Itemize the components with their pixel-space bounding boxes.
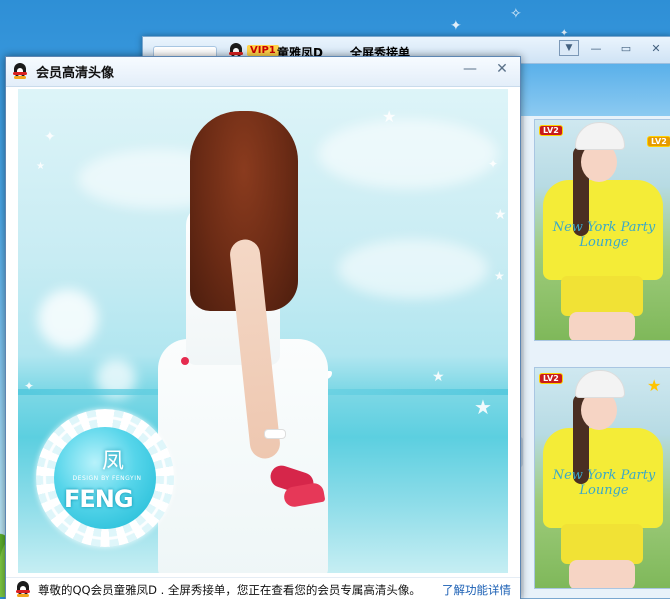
learn-more-link[interactable]: 了解功能详情 [442, 582, 511, 598]
logo-en-text: FENG [64, 485, 134, 513]
hd-avatar-window[interactable]: 会员高清头像 — ✕ ✦ ★ ★ ✦ ★ ★ ★ ★ ✦ 凤 DESIGN BY… [5, 56, 521, 599]
avatar-shirt-text: New York Party Lounge [552, 468, 656, 498]
star-icon: ★ [647, 376, 662, 395]
sparkle-decor: ✧ [510, 6, 522, 22]
own-avatar[interactable]: New York Party Lounge LV2 ★ [534, 367, 670, 589]
qq-penguin-icon [13, 63, 27, 79]
logo-subtext: DESIGN BY FENGYIN [72, 475, 142, 482]
level-badge: LV2 [539, 125, 563, 136]
maximize-icon[interactable]: ▭ [615, 39, 637, 57]
avatar-shirt-text: New York Party Lounge [552, 220, 656, 250]
level-badge-small: LV2 [647, 136, 670, 147]
vip-badge: VIP1 [247, 45, 279, 56]
qq-penguin-icon [16, 581, 30, 597]
dropdown-icon[interactable]: ▼ [559, 40, 579, 56]
minimize-icon[interactable]: — [458, 59, 482, 79]
window-titlebar[interactable]: 会员高清头像 — ✕ [6, 57, 520, 87]
contact-avatar[interactable]: New York Party Lounge LV2 LV2 [534, 119, 670, 341]
close-icon[interactable]: ✕ [645, 39, 667, 57]
window-title: 会员高清头像 [36, 66, 115, 81]
red-shoes [267, 462, 330, 519]
logo-cn-char: 凤 [102, 449, 125, 474]
hd-avatar-image: ✦ ★ ★ ✦ ★ ★ ★ ★ ✦ 凤 DESIGN BY FENGYIN FE… [18, 89, 508, 573]
close-icon[interactable]: ✕ [490, 59, 514, 79]
level-badge: LV2 [539, 373, 563, 384]
sparkle-decor: ✦ [450, 18, 462, 34]
status-message: 尊敬的QQ会员童雅凤D . 全屏秀接单，您正在查看您的会员专属高清头像。 [38, 583, 421, 597]
minimize-icon[interactable]: — [585, 39, 607, 57]
status-bar: 尊敬的QQ会员童雅凤D . 全屏秀接单，您正在查看您的会员专属高清头像。 了解功… [6, 577, 520, 599]
